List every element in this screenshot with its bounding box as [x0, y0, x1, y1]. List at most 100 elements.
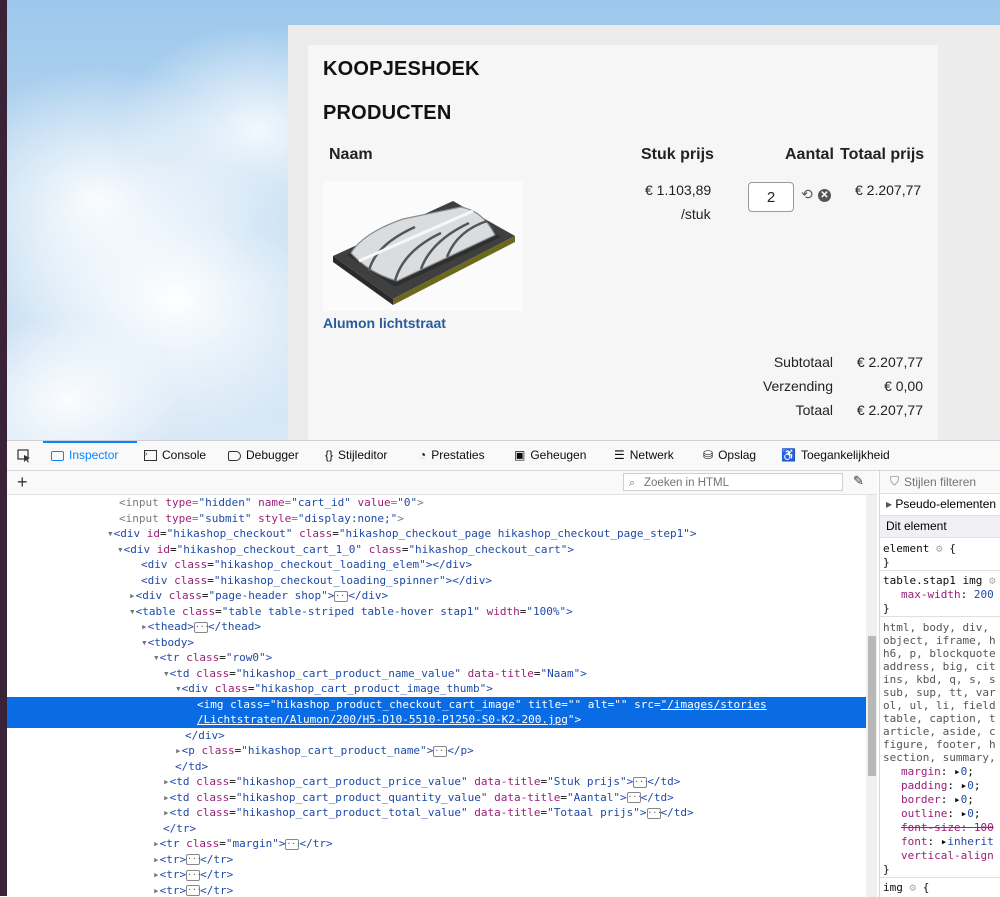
tab-console[interactable]: ›Console: [144, 441, 206, 470]
markup-line[interactable]: ▸<div class="page-header shop">···</div>: [7, 588, 866, 604]
desktop-edge: [0, 0, 7, 896]
markup-line[interactable]: ▸<tr>···</tr>: [7, 883, 866, 897]
markup-line[interactable]: ▾<td class="hikashop_cart_product_name_v…: [7, 666, 866, 682]
markup-scroll-thumb[interactable]: [868, 636, 876, 776]
markup-line[interactable]: ▸<td class="hikashop_cart_product_total_…: [7, 805, 866, 821]
inspector-icon: [51, 451, 64, 461]
accessibility-icon: ♿: [781, 448, 796, 462]
element-picker-icon[interactable]: [17, 441, 31, 470]
markup-line[interactable]: ▾<tr class="row0">: [7, 650, 866, 666]
devtools-tabbar: Inspector ›Console Debugger {}Stijledito…: [7, 441, 1000, 471]
tab-memory[interactable]: ▣Geheugen: [514, 441, 586, 470]
col-total-price: Totaal prijs: [840, 146, 924, 164]
reset-selector: address, big, cit: [883, 660, 996, 673]
reset-selector: sub, sup, tt, var: [883, 686, 996, 699]
col-unit-price: Stuk prijs: [641, 146, 714, 164]
total-value: € 2.207,77: [857, 402, 923, 418]
markup-line[interactable]: </tr>: [7, 821, 866, 837]
tab-inspector[interactable]: Inspector: [43, 441, 137, 470]
markup-line-selected[interactable]: <img class="hikashop_product_checkout_ca…: [7, 697, 866, 713]
reset-selector: ins, kbd, q, s, s: [883, 673, 996, 686]
markup-line[interactable]: ▸<tr>···</tr>: [7, 852, 866, 868]
markup-line[interactable]: </td>: [7, 759, 866, 775]
braces-icon: {}: [325, 448, 333, 462]
markup-line[interactable]: </div>: [7, 728, 866, 744]
product-total: € 2.207,77: [855, 182, 921, 198]
element-rule[interactable]: element ⚙ {: [883, 542, 956, 555]
tab-network[interactable]: ☰Netwerk: [614, 441, 674, 470]
devtools-panel: Inspector ›Console Debugger {}Stijledito…: [7, 440, 1000, 897]
markup-line[interactable]: <div class="hikashop_checkout_loading_sp…: [7, 573, 866, 589]
col-name: Naam: [329, 146, 373, 164]
col-quantity: Aantal: [785, 146, 834, 164]
product-unit-suffix: /stuk: [681, 206, 711, 222]
rules-panel: ⛉ Stijlen filteren ▸ Pseudo-elementen Di…: [879, 471, 1000, 897]
reset-declaration-overridden[interactable]: font-size: 100: [883, 821, 994, 834]
gauge-icon: ◔: [419, 448, 426, 462]
reset-selector: table, caption, t: [883, 712, 996, 725]
markup-line[interactable]: ▸<td class="hikashop_cart_product_quanti…: [7, 790, 866, 806]
network-icon: ☰: [614, 448, 625, 462]
tab-accessibility[interactable]: ♿Toegankelijkheid: [781, 441, 890, 470]
reset-selector: ol, ul, li, field: [883, 699, 996, 712]
remove-icon[interactable]: ✕: [818, 185, 831, 202]
eyedropper-icon[interactable]: ✎: [853, 473, 864, 489]
console-icon: ›: [144, 450, 157, 461]
search-icon: ⌕: [629, 474, 635, 492]
shipping-value: € 0,00: [884, 378, 923, 394]
markup-line[interactable]: <input type="submit" style="display:none…: [7, 511, 866, 527]
product-name-link[interactable]: Alumon lichtstraat: [323, 315, 446, 331]
markup-line[interactable]: ▾<div id="hikashop_checkout" class="hika…: [7, 526, 866, 542]
markup-line[interactable]: ▸<tr class="margin">···</tr>: [7, 836, 866, 852]
chip-icon: ▣: [514, 448, 525, 462]
html-search-input[interactable]: ⌕ Zoeken in HTML: [623, 473, 843, 491]
img-rule[interactable]: img ⚙ {: [883, 881, 929, 894]
rule-close: }: [883, 602, 890, 615]
shipping-label: Verzending: [763, 378, 833, 394]
filter-icon: ⛉: [890, 474, 899, 489]
markup-view: <input type="hidden" name="cart_id" valu…: [7, 495, 866, 897]
markup-line[interactable]: ▾<div id="hikashop_checkout_cart_1_0" cl…: [7, 542, 866, 558]
rule-close: }: [883, 863, 890, 876]
markup-line[interactable]: ▸<thead>···</thead>: [7, 619, 866, 635]
markup-line[interactable]: ▾<tbody>: [7, 635, 866, 651]
tab-debugger[interactable]: Debugger: [228, 441, 299, 470]
reset-declaration[interactable]: vertical-align: [883, 849, 994, 862]
markup-line[interactable]: ▾<table class="table table-striped table…: [7, 604, 866, 620]
reset-declaration[interactable]: padding: ▸0;: [883, 779, 980, 792]
markup-line[interactable]: ▾<div class="hikashop_cart_product_image…: [7, 681, 866, 697]
max-width-declaration[interactable]: max-width: 200: [883, 588, 994, 601]
reset-declaration[interactable]: border: ▸0;: [883, 793, 974, 806]
tab-storage[interactable]: ⛁Opslag: [703, 441, 756, 470]
pseudo-elements-toggle[interactable]: ▸ Pseudo-elementen: [880, 494, 1000, 516]
inspector-toolbar: + ⌕ Zoeken in HTML ✎: [7, 471, 877, 495]
products-heading: PRODUCTEN: [323, 102, 451, 125]
subtotal-value: € 2.207,77: [857, 354, 923, 370]
markup-line[interactable]: <div class="hikashop_checkout_loading_el…: [7, 557, 866, 573]
tab-style-editor[interactable]: {}Stijleditor: [325, 441, 387, 470]
section-heading: KOOPJESHOEK: [323, 58, 480, 81]
product-unit-price: € 1.103,89: [645, 182, 711, 198]
refresh-icon[interactable]: ⟲: [801, 186, 813, 203]
markup-line[interactable]: ▸<p class="hikashop_cart_product_name">·…: [7, 743, 866, 759]
quantity-input[interactable]: 2: [748, 182, 794, 212]
markup-line[interactable]: ▸<td class="hikashop_cart_product_price_…: [7, 774, 866, 790]
reset-declaration[interactable]: outline: ▸0;: [883, 807, 980, 820]
subtotal-label: Subtotaal: [774, 354, 833, 370]
reset-declaration[interactable]: margin: ▸0;: [883, 765, 974, 778]
tab-performance[interactable]: ◔Prestaties: [419, 441, 485, 470]
reset-declaration[interactable]: font: ▸inherit: [883, 835, 994, 848]
reset-selector: h6, p, blockquote: [883, 647, 996, 660]
styles-filter[interactable]: ⛉ Stijlen filteren: [880, 471, 1000, 494]
product-image[interactable]: [323, 181, 523, 311]
reset-selector: article, aside, c: [883, 725, 996, 738]
markup-line[interactable]: ▸<tr>···</tr>: [7, 867, 866, 883]
img-rule-selector[interactable]: table.stap1 img ⚙: [883, 574, 996, 587]
total-label: Totaal: [796, 402, 833, 418]
markup-line-selected[interactable]: /Lichtstraten/Alumon/200/H5-D10-5510-P12…: [7, 712, 866, 728]
markup-line[interactable]: <input type="hidden" name="cart_id" valu…: [7, 495, 866, 511]
database-icon: ⛁: [703, 448, 713, 462]
add-node-icon[interactable]: +: [17, 471, 28, 493]
debugger-icon: [228, 451, 241, 461]
expand-icon: ▸: [886, 497, 892, 511]
